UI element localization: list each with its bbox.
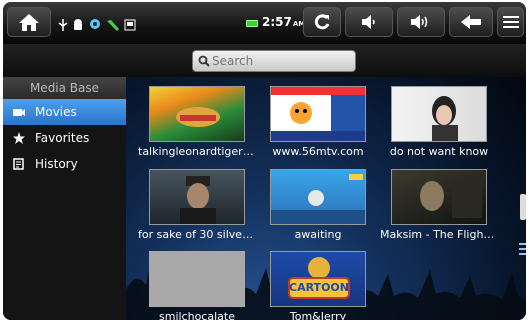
usb-icon — [58, 16, 68, 35]
video-thumbnail: CARTOON — [270, 251, 366, 307]
search-icon — [198, 55, 210, 67]
clock-time: 2:57 — [262, 15, 292, 29]
volume-up-button[interactable] — [397, 7, 445, 37]
video-thumbnail — [149, 86, 245, 142]
home-icon — [19, 14, 39, 31]
video-title: talkingleonardtigerf... — [138, 145, 256, 158]
video-title: Tom&Jerry — [289, 310, 347, 320]
volume-up-icon — [411, 15, 428, 29]
volume-down-button[interactable] — [345, 7, 393, 37]
sidebar: Media Base Movies Favorites History — [3, 77, 126, 320]
sidebar-item-movies[interactable]: Movies — [3, 99, 126, 125]
video-thumbnail — [391, 86, 487, 142]
video-thumbnail — [149, 169, 245, 225]
home-button[interactable] — [7, 7, 51, 37]
back-icon — [461, 15, 481, 29]
sidebar-header: Media Base — [3, 77, 126, 99]
sidebar-item-label: Favorites — [35, 131, 90, 145]
sidebar-item-favorites[interactable]: Favorites — [3, 125, 126, 151]
video-title: smilchocalate — [159, 310, 235, 320]
volume-down-icon — [362, 15, 375, 29]
search-box[interactable] — [192, 50, 356, 72]
sdcard-icon — [124, 16, 136, 35]
notification-icons — [58, 16, 136, 35]
android-icon — [72, 16, 84, 35]
settings-icon — [88, 16, 102, 35]
video-title: awaiting — [294, 228, 342, 241]
clock: 2:57AM — [262, 15, 305, 29]
back-button[interactable] — [449, 7, 493, 37]
refresh-icon — [314, 14, 330, 30]
star-icon — [11, 132, 27, 144]
menu-icon — [502, 16, 519, 28]
phone-icon — [106, 16, 120, 35]
video-thumbnail — [149, 251, 245, 307]
battery-icon — [246, 20, 258, 27]
video-title: do not want know — [389, 145, 489, 158]
sidebar-item-label: Movies — [35, 105, 77, 119]
movie-icon — [11, 107, 27, 117]
video-title: for sake of 30 silver ... — [138, 228, 256, 241]
sidebar-item-label: History — [35, 157, 78, 171]
list-view-icon[interactable] — [519, 242, 526, 258]
status-bar: 2:57AM — [3, 2, 526, 44]
video-thumbnail — [270, 169, 366, 225]
main-area: Media Base Movies Favorites History talk… — [3, 44, 526, 320]
device-screen: 2:57AM Media Base — [3, 2, 526, 320]
video-thumbnail — [391, 169, 487, 225]
video-title: www.56mtv.com — [272, 145, 364, 158]
video-title: Maksim - The Flight ... — [380, 228, 498, 241]
video-thumbnail — [270, 86, 366, 142]
refresh-button[interactable] — [303, 7, 341, 37]
search-input[interactable] — [212, 54, 352, 68]
history-icon — [11, 158, 27, 170]
scroll-handle[interactable] — [520, 194, 526, 220]
cartoon-logo-text: CARTOON — [289, 281, 349, 294]
sidebar-item-history[interactable]: History — [3, 151, 126, 177]
search-bar — [3, 44, 526, 77]
menu-button[interactable] — [497, 7, 524, 37]
